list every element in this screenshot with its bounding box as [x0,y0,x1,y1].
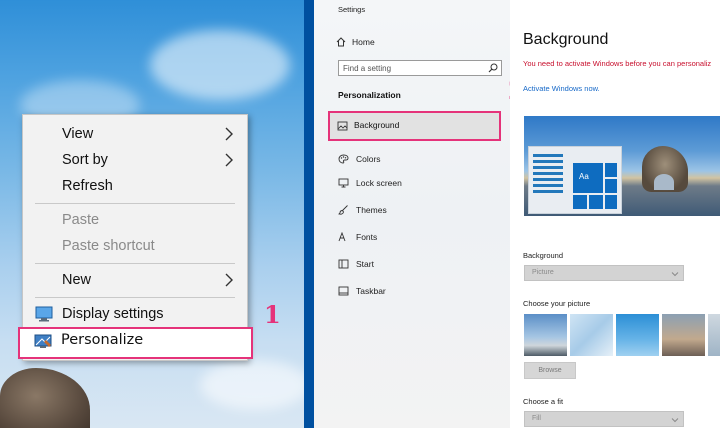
picture-thumbnail[interactable] [524,314,567,356]
menu-item-label: Personalize [61,332,144,348]
preview-tile [605,163,617,177]
menu-item-view[interactable]: View [23,121,247,147]
sidebar-item-lock-screen[interactable]: Lock screen [330,173,498,193]
display-icon [35,306,53,322]
preview-window: Aa [528,146,622,214]
desktop-background[interactable]: View Sort by Refresh Paste Paste shortcu… [0,0,304,428]
picture-thumbnail[interactable] [570,314,613,356]
font-icon [338,232,346,242]
chevron-right-icon [225,273,233,287]
menu-item-sort-by[interactable]: Sort by [23,147,247,173]
chevron-down-icon [671,272,679,277]
activation-warning: You need to activate Windows before you … [523,59,712,68]
sidebar-item-background[interactable]: Background [328,111,501,141]
desktop-context-menu: View Sort by Refresh Paste Paste shortcu… [22,114,248,361]
personalize-icon [34,334,52,348]
sidebar-item-label: Lock screen [356,178,402,188]
home-label: Home [352,37,375,47]
sidebar-item-label: Themes [356,205,387,215]
picture-thumbnail[interactable] [662,314,705,356]
menu-item-label: New [62,272,92,288]
sidebar-item-label: Background [354,120,400,130]
choose-picture-label: Choose your picture [523,299,591,308]
window-border [304,0,314,428]
sidebar-item-themes[interactable]: Themes [330,200,498,220]
sidebar-item-colors[interactable]: Colors [330,149,498,169]
menu-item-label: Display settings [62,306,164,322]
menu-item-paste-shortcut[interactable]: Paste shortcut [23,233,247,259]
preview-arch [654,174,674,190]
chevron-down-icon [671,418,679,423]
preview-tile [605,195,617,209]
menu-item-label: Refresh [62,178,113,194]
sidebar-item-label: Fonts [356,232,378,242]
menu-item-label: View [62,126,94,142]
preview-tile [605,179,617,193]
page-title: Background [523,31,609,48]
menu-item-display-settings[interactable]: Display settings [23,301,247,327]
brush-icon [338,205,348,215]
menu-separator [35,297,235,298]
picture-thumbnail[interactable] [708,314,720,356]
preview-tile: Aa [573,163,603,193]
menu-item-personalize[interactable]: Personalize [18,327,253,359]
preview-sample-text: Aa [579,172,589,181]
cloud [200,360,304,410]
menu-item-paste[interactable]: Paste [23,207,247,233]
taskbar-icon [338,286,349,296]
section-title: Personalization [338,90,401,100]
browse-label: Browse [538,367,562,374]
sidebar-item-taskbar[interactable]: Taskbar [330,281,498,301]
menu-item-label: Paste shortcut [62,238,155,254]
home-icon [336,37,346,47]
cloud [150,30,290,100]
image-icon [337,121,348,131]
background-label: Background [523,251,564,260]
step-number-1: 1 [264,300,281,329]
search-box[interactable] [338,60,502,76]
dropdown-value: Fill [532,415,541,422]
sidebar-item-start[interactable]: Start [330,254,498,274]
menu-separator [35,203,235,204]
palette-icon [338,154,349,164]
browse-button[interactable]: Browse [524,362,576,379]
settings-main-pane: Background You need to activate Windows … [510,0,720,428]
search-input[interactable] [343,62,483,74]
menu-item-label: Paste [62,212,100,228]
background-type-dropdown[interactable]: Picture [524,265,684,281]
sidebar-item-fonts[interactable]: Fonts [330,227,498,247]
fit-dropdown[interactable]: Fill [524,411,684,427]
sidebar-item-label: Taskbar [356,286,386,296]
chevron-right-icon [225,153,233,167]
search-icon[interactable] [488,63,498,73]
settings-sidebar: Settings Home Personalization Colors Loc… [314,0,510,428]
start-icon [338,259,349,269]
menu-item-label: Sort by [62,152,108,168]
picture-thumbnails [524,314,720,356]
chevron-right-icon [225,127,233,141]
sidebar-item-label: Start [356,259,374,269]
menu-item-new[interactable]: New [23,267,247,293]
background-preview: Aa [524,116,720,216]
preview-tile [589,195,603,209]
menu-item-refresh[interactable]: Refresh [23,173,247,199]
preview-tile [573,195,587,209]
sidebar-item-label: Colors [356,154,381,164]
window-title: Settings [338,5,366,14]
activate-windows-link[interactable]: Activate Windows now. [523,84,600,93]
menu-separator [35,263,235,264]
preview-sidebar [533,151,563,211]
choose-fit-label: Choose a fit [523,397,564,406]
picture-thumbnail[interactable] [616,314,659,356]
dropdown-value: Picture [532,269,554,276]
home-nav-item[interactable]: Home [336,34,375,50]
rock-formation [0,368,90,428]
monitor-icon [338,178,349,188]
